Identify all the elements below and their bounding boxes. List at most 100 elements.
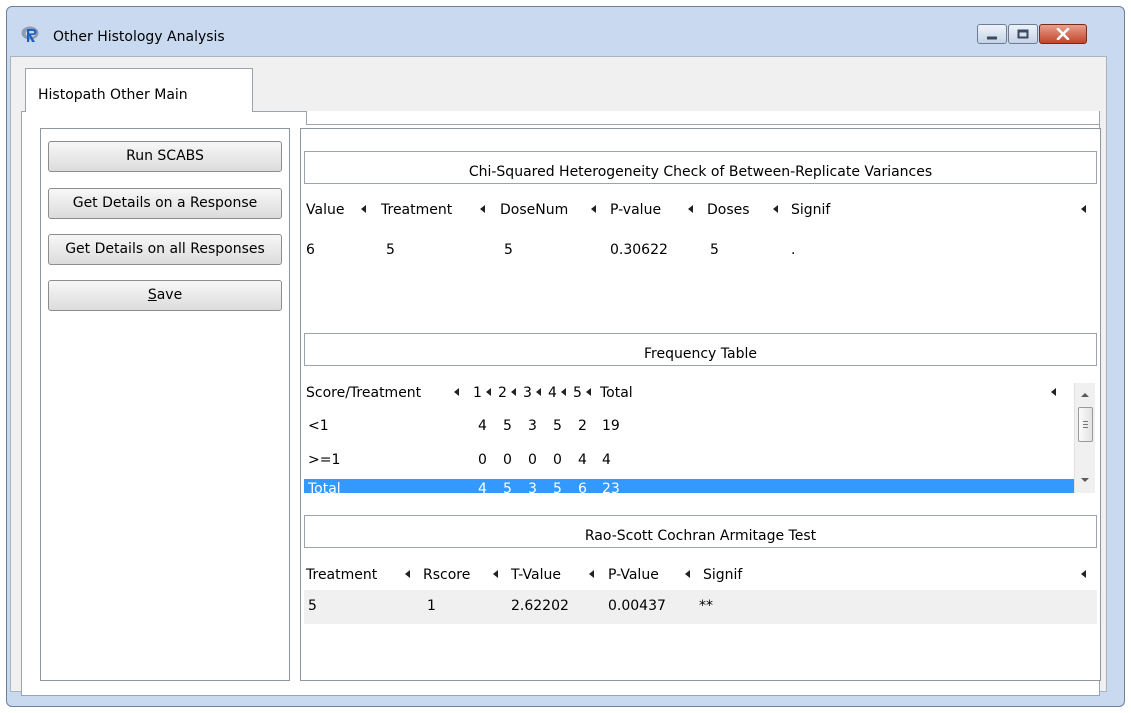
- table-cell: 0.00437: [608, 598, 666, 614]
- scroll-down-icon[interactable]: [1081, 478, 1089, 482]
- chi-squared-header: Value Treatment DoseNum P-value Doses Si…: [304, 195, 1097, 225]
- table-cell: 5: [308, 598, 317, 614]
- column-header[interactable]: P-Value: [608, 567, 659, 583]
- sort-arrow-icon[interactable]: [685, 570, 690, 578]
- table-cell: 2.62202: [511, 598, 569, 614]
- table-cell: 0: [478, 452, 487, 468]
- table-cell: .: [791, 242, 796, 258]
- table-cell: 3: [528, 481, 537, 493]
- table-cell: 0: [553, 452, 562, 468]
- table-cell: 5: [553, 418, 562, 434]
- save-label-rest: ave: [156, 287, 183, 303]
- column-header[interactable]: Total: [600, 385, 633, 401]
- column-header[interactable]: Signif: [791, 202, 830, 218]
- table-row[interactable]: 6 5 5 0.30622 5 .: [304, 234, 1097, 268]
- table-cell: **: [699, 598, 713, 614]
- table-cell: 0.30622: [610, 242, 668, 258]
- table-cell: 6: [578, 481, 587, 493]
- column-header[interactable]: 4: [548, 385, 557, 401]
- sort-arrow-icon[interactable]: [1081, 205, 1086, 213]
- sort-arrow-icon[interactable]: [405, 570, 410, 578]
- frequency-table-header: Score/Treatment 1 2 3 4 5 Total: [304, 378, 1097, 408]
- get-details-all-responses-button[interactable]: Get Details on all Responses: [48, 234, 282, 265]
- table-cell: 19: [602, 418, 620, 434]
- minimize-icon: [987, 36, 997, 40]
- table-cell: 23: [602, 481, 620, 493]
- table-cell: <1: [308, 418, 329, 434]
- sort-arrow-icon[interactable]: [493, 570, 498, 578]
- column-header[interactable]: Treatment: [381, 202, 452, 218]
- frequency-table-scrollbar[interactable]: [1074, 383, 1095, 493]
- r-logo-icon: [21, 26, 39, 42]
- table-cell: 1: [427, 598, 436, 614]
- frequency-table-caption: Frequency Table: [304, 333, 1097, 366]
- table-cell: Total: [308, 481, 341, 493]
- table-cell: 0: [528, 452, 537, 468]
- column-header[interactable]: 3: [523, 385, 532, 401]
- scroll-up-icon[interactable]: [1081, 393, 1089, 397]
- sort-arrow-icon[interactable]: [486, 388, 491, 396]
- table-cell: 5: [503, 418, 512, 434]
- table-cell: 2: [578, 418, 587, 434]
- sort-arrow-icon[interactable]: [536, 388, 541, 396]
- table-cell: 0: [503, 452, 512, 468]
- maximize-button[interactable]: [1008, 24, 1038, 44]
- table-cell: 4: [578, 452, 587, 468]
- minimize-button[interactable]: [977, 24, 1007, 44]
- table-cell: 5: [504, 242, 513, 258]
- table-cell: 4: [478, 481, 487, 493]
- rao-scott-caption: Rao-Scott Cochran Armitage Test: [304, 515, 1097, 548]
- sort-arrow-icon[interactable]: [591, 205, 596, 213]
- sort-arrow-icon[interactable]: [361, 205, 366, 213]
- table-row[interactable]: <1 4 5 3 5 2 19: [304, 410, 1074, 444]
- column-header[interactable]: T-Value: [511, 567, 561, 583]
- results-top-strip: [306, 111, 1100, 125]
- sort-arrow-icon[interactable]: [1081, 570, 1086, 578]
- maximize-icon: [1017, 29, 1029, 39]
- column-header[interactable]: DoseNum: [500, 202, 568, 218]
- column-header[interactable]: P-value: [610, 202, 661, 218]
- column-header[interactable]: 1: [473, 385, 482, 401]
- chi-squared-caption: Chi-Squared Heterogeneity Check of Betwe…: [304, 151, 1097, 184]
- sort-arrow-icon[interactable]: [511, 388, 516, 396]
- sort-arrow-icon[interactable]: [561, 388, 566, 396]
- get-details-response-button[interactable]: Get Details on a Response: [48, 188, 282, 219]
- table-cell: 5: [710, 242, 719, 258]
- column-header[interactable]: Doses: [707, 202, 750, 218]
- sort-arrow-icon[interactable]: [773, 205, 778, 213]
- table-row-selected[interactable]: Total 4 5 3 5 6 23: [304, 479, 1074, 493]
- scrollbar-thumb[interactable]: [1078, 407, 1093, 442]
- column-header[interactable]: Value: [306, 202, 344, 218]
- close-button[interactable]: [1039, 24, 1087, 44]
- close-icon: [1056, 28, 1070, 40]
- run-scabs-button[interactable]: Run SCABS: [48, 141, 282, 172]
- tab-histopath-other-main[interactable]: Histopath Other Main: [25, 68, 253, 112]
- tab-label: Histopath Other Main: [38, 87, 188, 103]
- table-cell: 3: [528, 418, 537, 434]
- window-title: Other Histology Analysis: [53, 29, 225, 45]
- title-bar[interactable]: Other Histology Analysis: [7, 7, 1124, 59]
- table-cell: 4: [478, 418, 487, 434]
- table-row[interactable]: >=1 0 0 0 0 4 4: [304, 444, 1074, 478]
- column-header[interactable]: Rscore: [423, 567, 470, 583]
- column-header[interactable]: Treatment: [306, 567, 377, 583]
- sort-arrow-icon[interactable]: [480, 205, 485, 213]
- sort-arrow-icon[interactable]: [454, 388, 459, 396]
- table-cell: 5: [503, 481, 512, 493]
- column-header[interactable]: 5: [573, 385, 582, 401]
- table-cell: 6: [306, 242, 315, 258]
- save-button[interactable]: Save: [48, 280, 282, 311]
- table-cell: 4: [602, 452, 611, 468]
- column-header[interactable]: Score/Treatment: [306, 385, 421, 401]
- sort-arrow-icon[interactable]: [589, 570, 594, 578]
- sort-arrow-icon[interactable]: [1051, 388, 1056, 396]
- column-header[interactable]: Signif: [703, 567, 742, 583]
- sort-arrow-icon[interactable]: [586, 388, 591, 396]
- table-cell: 5: [386, 242, 395, 258]
- save-mnemonic: S: [147, 287, 157, 303]
- table-cell: >=1: [308, 452, 341, 468]
- column-header[interactable]: 2: [498, 385, 507, 401]
- table-row[interactable]: 5 1 2.62202 0.00437 **: [304, 590, 1097, 624]
- sort-arrow-icon[interactable]: [688, 205, 693, 213]
- table-cell: 5: [553, 481, 562, 493]
